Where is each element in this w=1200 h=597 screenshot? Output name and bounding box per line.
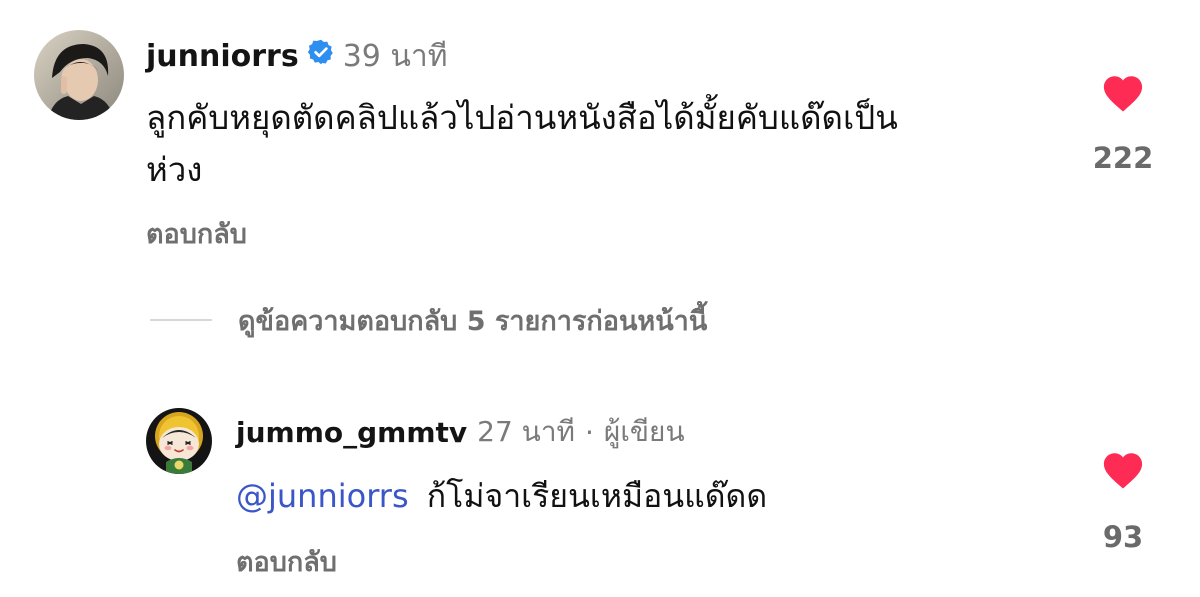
comment-text-line: ลูกคับหยุดตัดคลิปแล้วไปอ่านหนังสือได้มั้… [146, 98, 898, 137]
reply-button[interactable]: ตอบกลับ [146, 212, 247, 255]
like-count: 222 [1092, 141, 1154, 175]
like-section: 93 [1073, 450, 1173, 554]
mention-link[interactable]: @junniorrs [236, 477, 409, 515]
comment-text-line: ห่วง [146, 150, 203, 189]
like-section: 222 [1073, 73, 1173, 175]
comment-text: ลูกคับหยุดตัดคลิปแล้วไปอ่านหนังสือได้มั้… [146, 92, 1046, 196]
author-badge: ผู้เขียน [603, 415, 685, 448]
comment-text: @junniorrs ก้โม่จาเรียนเหมือนแด๊ดด [236, 472, 767, 520]
avatar[interactable] [34, 30, 124, 120]
heart-icon[interactable] [1101, 450, 1145, 490]
heart-icon[interactable] [1101, 73, 1145, 113]
like-count: 93 [1102, 520, 1144, 554]
reply-button[interactable]: ตอบกลับ [236, 540, 337, 583]
avatar[interactable] [146, 408, 212, 474]
comment-header: junniorrs 39 นาที [146, 34, 448, 78]
username[interactable]: jummo_gmmtv [236, 416, 467, 449]
separator-dot: · [585, 415, 594, 449]
comment-item: junniorrs 39 นาที ลูกคับหยุดตัดคลิปแล้วไ… [0, 0, 1200, 290]
reply-item: jummo_gmmtv 27 นาที · ผู้เขียน @junniorr… [0, 400, 1200, 597]
timestamp: 27 นาที [477, 415, 576, 448]
divider-line [150, 319, 212, 321]
comment-header: jummo_gmmtv 27 นาที · ผู้เขียน [236, 412, 685, 452]
profile-photo-icon [34, 30, 124, 120]
view-previous-replies-button[interactable]: ดูข้อความตอบกลับ 5 รายการก่อนหน้านี้ [150, 297, 707, 343]
cartoon-character-icon [146, 408, 212, 474]
comment-text-content: ก้โม่จาเรียนเหมือนแด๊ดด [426, 477, 768, 515]
verified-badge-icon [307, 38, 335, 74]
view-replies-label: ดูข้อความตอบกลับ 5 รายการก่อนหน้านี้ [238, 305, 708, 337]
username[interactable]: junniorrs [146, 39, 299, 74]
timestamp: 39 นาที [342, 38, 448, 74]
